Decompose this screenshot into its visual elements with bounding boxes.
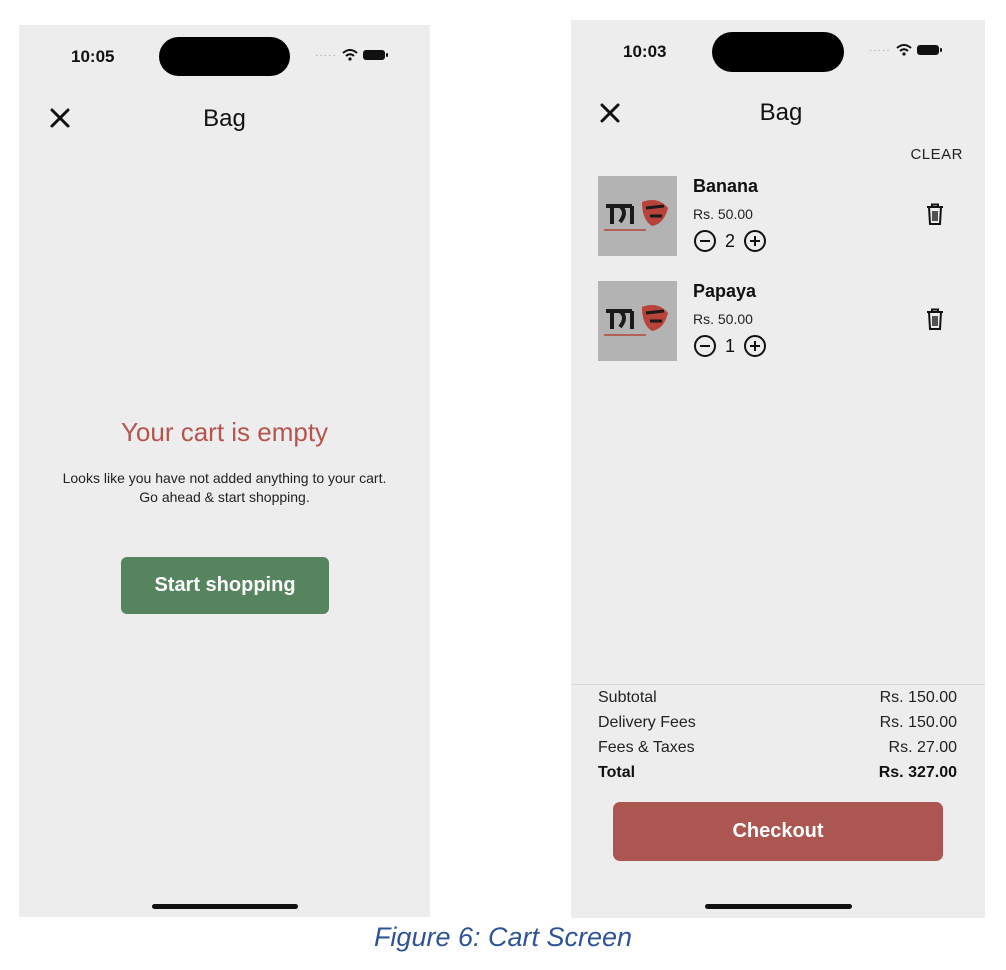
delivery-fees-value: Rs. 150.00 bbox=[879, 714, 957, 731]
fees-taxes-row: Fees & Taxes Rs. 27.00 bbox=[598, 739, 957, 757]
page-title: Bag bbox=[759, 99, 803, 126]
start-shopping-button[interactable]: Start shopping bbox=[121, 557, 329, 614]
plus-circle-icon[interactable] bbox=[743, 334, 767, 358]
status-time: 10:03 bbox=[623, 42, 667, 61]
page-title: Bag bbox=[203, 105, 246, 132]
quantity-value: 1 bbox=[724, 335, 735, 356]
status-time: 10:05 bbox=[71, 47, 115, 66]
item-price: Rs. 50.00 bbox=[693, 311, 753, 327]
product-image bbox=[598, 281, 677, 361]
item-name: Banana bbox=[693, 176, 759, 196]
quantity-value: 2 bbox=[724, 230, 735, 251]
minus-circle-icon[interactable] bbox=[693, 334, 717, 358]
fees-taxes-label: Fees & Taxes bbox=[598, 739, 695, 756]
battery-icon bbox=[916, 45, 942, 55]
home-indicator[interactable] bbox=[152, 904, 298, 909]
empty-cart-screen: 10:05 ····· Bag Your cart is empty Looks… bbox=[19, 25, 430, 917]
total-row: Total Rs. 327.00 bbox=[598, 764, 957, 782]
item-price: Rs. 50.00 bbox=[693, 206, 753, 222]
wifi-icon bbox=[896, 44, 912, 56]
fees-taxes-value: Rs. 27.00 bbox=[888, 739, 957, 756]
delivery-fees-row: Delivery Fees Rs. 150.00 bbox=[598, 714, 957, 732]
item-name: Papaya bbox=[693, 281, 757, 301]
plus-circle-icon[interactable] bbox=[743, 229, 767, 253]
empty-message-line-2: Go ahead & start shopping. bbox=[139, 489, 310, 505]
quantity-stepper: 1 bbox=[693, 334, 767, 358]
signal-icon: ····· bbox=[869, 44, 891, 56]
subtotal-value: Rs. 150.00 bbox=[879, 689, 957, 706]
dynamic-island bbox=[712, 32, 844, 72]
empty-cart-message: Looks like you have not added anything t… bbox=[19, 469, 430, 507]
trash-icon[interactable] bbox=[925, 307, 945, 331]
signal-icon: ····· bbox=[315, 49, 337, 61]
dynamic-island bbox=[159, 37, 290, 76]
cart-item: Banana Rs. 50.00 2 bbox=[598, 176, 973, 258]
summary-divider bbox=[571, 684, 985, 685]
empty-cart-title: Your cart is empty bbox=[120, 417, 329, 447]
subtotal-label: Subtotal bbox=[598, 689, 657, 706]
total-label: Total bbox=[598, 764, 636, 781]
minus-circle-icon[interactable] bbox=[693, 229, 717, 253]
delivery-fees-label: Delivery Fees bbox=[598, 714, 696, 731]
trash-icon[interactable] bbox=[925, 202, 945, 226]
product-logo bbox=[604, 305, 668, 336]
total-value: Rs. 327.00 bbox=[878, 764, 957, 781]
status-icons: ····· bbox=[315, 49, 388, 61]
empty-message-line-1: Looks like you have not added anything t… bbox=[62, 470, 387, 486]
checkout-button[interactable]: Checkout bbox=[613, 802, 943, 861]
quantity-stepper: 2 bbox=[693, 229, 767, 253]
cart-screen: 10:03 ····· Bag CLEAR Banana Rs. 50.00 2… bbox=[571, 20, 985, 918]
product-image bbox=[598, 176, 677, 256]
status-icons: ····· bbox=[869, 44, 942, 56]
subtotal-row: Subtotal Rs. 150.00 bbox=[598, 689, 957, 707]
product-logo bbox=[604, 200, 668, 231]
wifi-icon bbox=[342, 49, 358, 61]
cart-item: Papaya Rs. 50.00 1 bbox=[598, 281, 973, 363]
clear-cart-button[interactable]: CLEAR bbox=[910, 146, 963, 163]
figure-caption: Figure 6: Cart Screen bbox=[373, 922, 633, 952]
home-indicator[interactable] bbox=[705, 904, 852, 909]
battery-icon bbox=[362, 50, 388, 60]
